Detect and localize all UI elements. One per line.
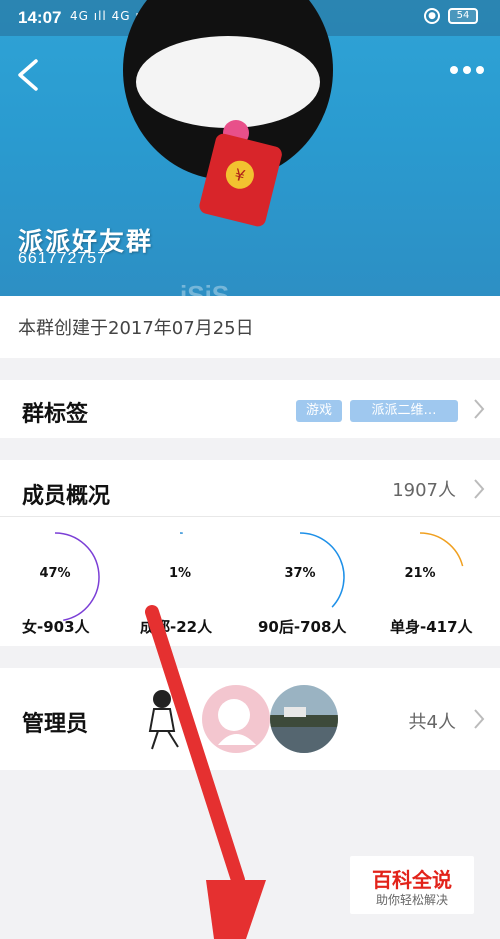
admins-title: 管理员 bbox=[22, 712, 89, 737]
stat-arc bbox=[419, 532, 464, 567]
stat-label: 成都-22人 bbox=[140, 618, 213, 636]
baike-title: 百科全说 bbox=[372, 868, 452, 892]
baike-watermark: 百科全说 助你轻松解决 bbox=[350, 856, 474, 914]
group-tags-row[interactable]: 群标签 游戏 派派二维… bbox=[0, 380, 500, 438]
admin-avatar[interactable] bbox=[270, 685, 338, 753]
group-created-date: 本群创建于2017年07月25日 bbox=[0, 296, 500, 358]
chevron-right-icon bbox=[474, 399, 485, 419]
baike-subtitle: 助你轻松解决 bbox=[375, 893, 448, 907]
status-time: 14:07 bbox=[18, 8, 62, 27]
admin-avatar[interactable] bbox=[202, 685, 270, 753]
members-count: 1907人 bbox=[392, 480, 456, 501]
group-header: 14:07 4G ıll 4G ıll ● 54 ¥ 派派好友群 6617727… bbox=[0, 0, 500, 296]
admin-avatar[interactable] bbox=[134, 685, 202, 753]
chevron-right-icon bbox=[474, 709, 485, 729]
lock-icon: ● bbox=[424, 8, 440, 24]
stat-label: 单身-417人 bbox=[390, 618, 473, 636]
battery-icon: 54 bbox=[448, 8, 478, 24]
more-icon[interactable] bbox=[450, 66, 486, 80]
stat-percent: 21% bbox=[404, 566, 436, 581]
back-icon[interactable] bbox=[14, 58, 44, 92]
tags-title: 群标签 bbox=[22, 402, 89, 427]
tag-game: 游戏 bbox=[296, 400, 342, 422]
chevron-right-icon bbox=[474, 479, 485, 499]
stat-label: 女-903人 bbox=[22, 618, 90, 636]
admins-count: 共4人 bbox=[408, 712, 456, 733]
group-cover-mascot: ¥ bbox=[123, 0, 333, 227]
stat-percent: 1% bbox=[168, 566, 192, 581]
cover-logo-icon: iSiS bbox=[180, 280, 230, 296]
members-title: 成员概况 bbox=[22, 484, 111, 509]
stat-percent: 47% bbox=[39, 566, 71, 581]
stat-percent: 37% bbox=[284, 566, 316, 581]
divider bbox=[0, 516, 500, 517]
group-id: 661772757 bbox=[18, 250, 108, 267]
tag-paipai: 派派二维… bbox=[350, 400, 458, 422]
stat-label: 90后-708人 bbox=[258, 618, 347, 636]
created-text: 本群创建于2017年07月25日 bbox=[18, 318, 254, 339]
